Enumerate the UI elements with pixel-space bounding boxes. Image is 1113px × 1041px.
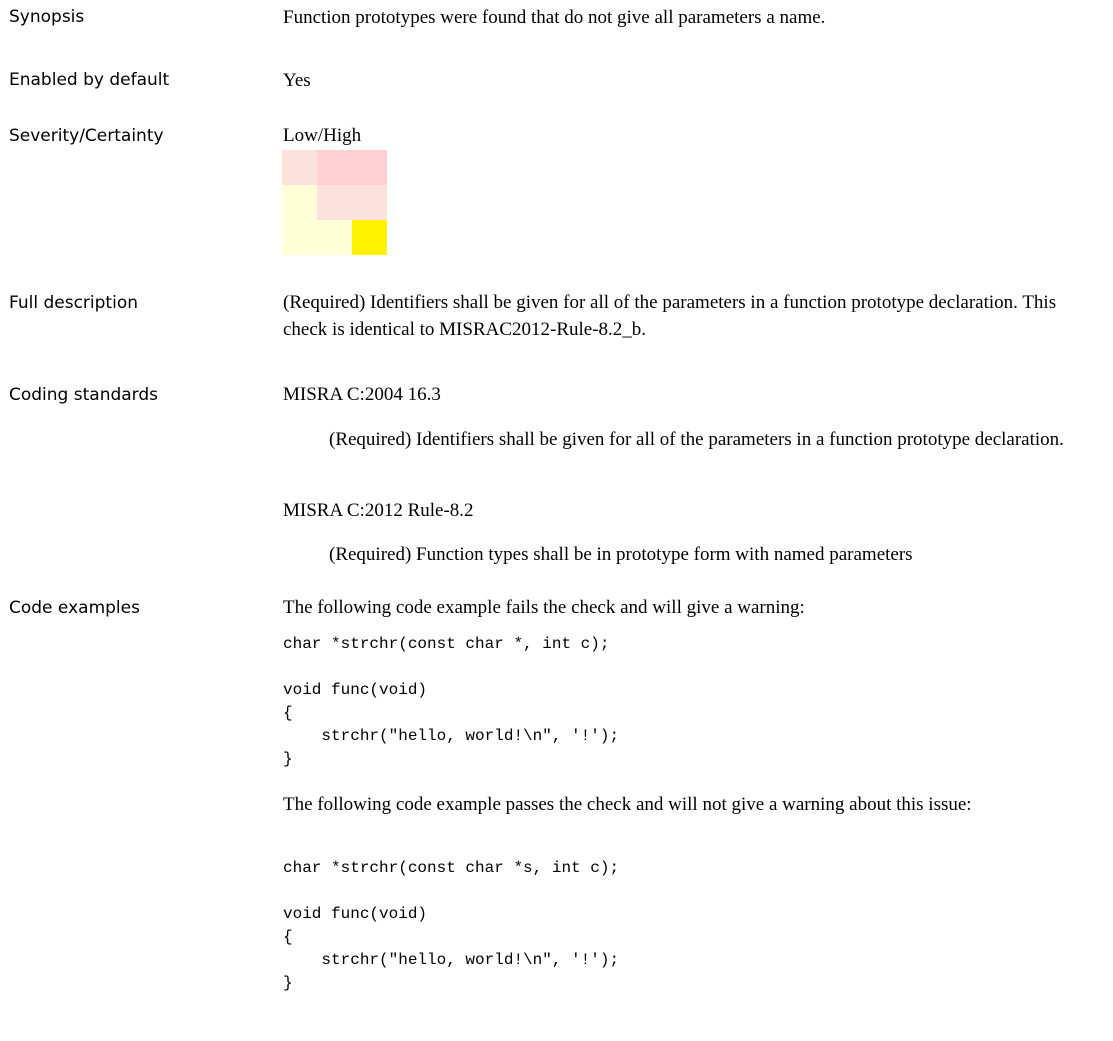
matrix-cell — [317, 150, 352, 185]
enabled-value: Yes — [283, 70, 311, 91]
matrix-cell — [317, 220, 352, 255]
full-description-label: Full description — [9, 293, 138, 313]
code-examples-label: Code examples — [9, 598, 140, 618]
matrix-cell — [317, 185, 352, 220]
matrix-cell — [352, 150, 387, 185]
pass-example-intro: The following code example passes the ch… — [283, 794, 972, 815]
synopsis-label: Synopsis — [9, 7, 85, 27]
fail-example-intro: The following code example fails the che… — [283, 597, 805, 618]
full-description-text: (Required) Identifiers shall be given fo… — [283, 292, 1057, 340]
standard-description: (Required) Function types shall be in pr… — [329, 544, 913, 565]
severity-value: Low/High — [283, 125, 362, 146]
synopsis-text: Function prototypes were found that do n… — [283, 7, 826, 28]
pass-code-block: char *strchr(const char *s, int c); void… — [283, 859, 620, 992]
fail-code-block: char *strchr(const char *, int c); void … — [283, 635, 620, 768]
matrix-cell — [352, 185, 387, 220]
severity-label: Severity/Certainty — [9, 126, 164, 146]
matrix-cell — [282, 150, 317, 185]
standard-name: MISRA C:2012 Rule-8.2 — [283, 500, 474, 521]
severity-certainty-matrix — [282, 150, 387, 255]
matrix-cell — [282, 185, 317, 220]
matrix-cell — [352, 220, 387, 255]
enabled-label: Enabled by default — [9, 70, 170, 90]
standard-description: (Required) Identifiers shall be given fo… — [329, 429, 1064, 450]
matrix-cell — [282, 220, 317, 255]
standard-name: MISRA C:2004 16.3 — [283, 384, 441, 405]
coding-standards-label: Coding standards — [9, 385, 159, 405]
